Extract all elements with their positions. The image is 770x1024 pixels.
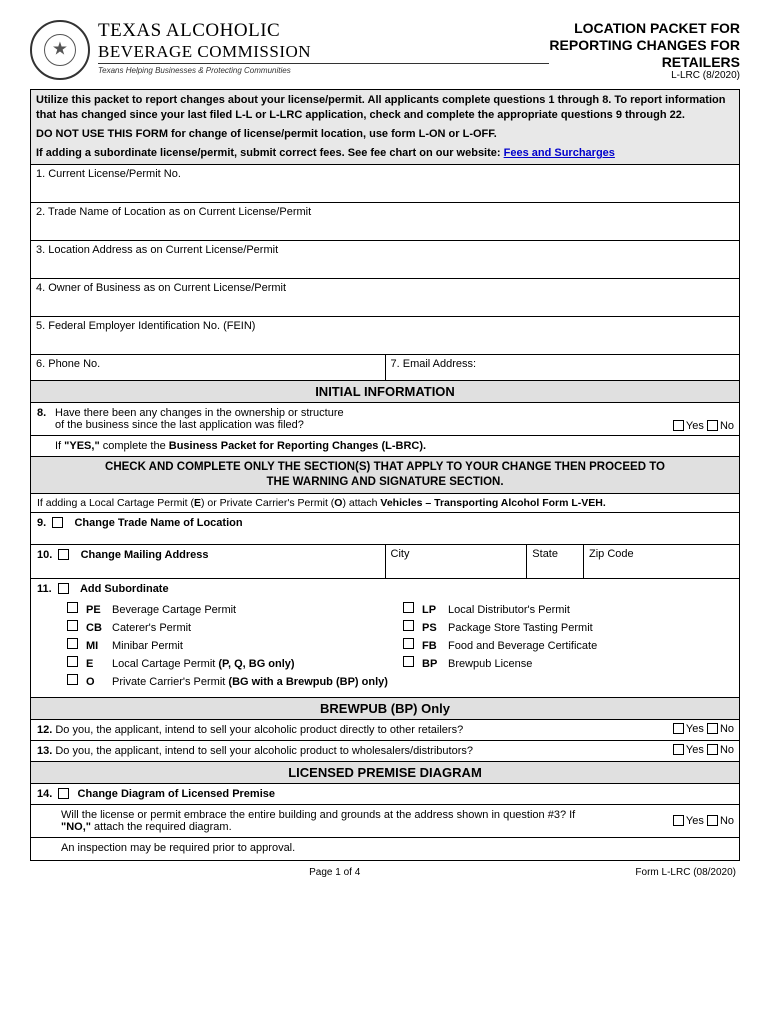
org-tagline: Texans Helping Businesses & Protecting C… xyxy=(98,63,549,75)
instr-p3: If adding a subordinate license/permit, … xyxy=(36,146,734,161)
footer-form-code: Form L-LRC (08/2020) xyxy=(635,867,736,878)
subord-right-col: LPLocal Distributor's Permit PSPackage S… xyxy=(403,599,727,689)
q14-head: 14. Change Diagram of Licensed Premise xyxy=(31,783,740,804)
instructions-cell: Utilize this packet to report changes ab… xyxy=(31,90,740,164)
form-title-block: LOCATION PACKET FOR REPORTING CHANGES FO… xyxy=(549,20,740,81)
org-block: TEXAS ALCOHOLIC BEVERAGE COMMISSION Texa… xyxy=(98,20,549,75)
veh-note: If adding a Local Cartage Permit (E) or … xyxy=(31,493,740,512)
q10-label: Change Mailing Address xyxy=(81,549,209,561)
sub-mi-checkbox[interactable] xyxy=(67,638,78,649)
q14-yn: Yes No xyxy=(584,804,740,837)
q13-cell: 13. Do you, the applicant, intend to sel… xyxy=(31,740,584,761)
section-initial: INITIAL INFORMATION xyxy=(31,380,740,402)
q13-yes-checkbox[interactable] xyxy=(673,744,684,755)
q8-ifyes: If "YES," complete the Business Packet f… xyxy=(31,435,740,456)
q9-row: 9. Change Trade Name of Location xyxy=(31,512,740,544)
q10-city[interactable]: City xyxy=(385,544,527,578)
sub-bp-checkbox[interactable] xyxy=(403,656,414,667)
q12-yn: Yes No xyxy=(584,719,740,740)
q6-field[interactable]: 6. Phone No. xyxy=(31,354,386,380)
form-title-2: REPORTING CHANGES FOR xyxy=(549,37,740,54)
q9-num: 9. xyxy=(37,517,46,529)
yes-label: Yes xyxy=(686,420,704,432)
form-title-1: LOCATION PACKET FOR xyxy=(549,20,740,37)
q11-num: 11. xyxy=(37,583,52,595)
q8-no-checkbox[interactable] xyxy=(707,420,718,431)
q9-label: Change Trade Name of Location xyxy=(74,517,242,529)
q14-sub1: Will the license or permit embrace the e… xyxy=(31,804,584,837)
q14-label: Change Diagram of Licensed Premise xyxy=(78,788,275,800)
q13-num: 13. xyxy=(37,745,52,757)
q12-text: Do you, the applicant, intend to sell yo… xyxy=(55,724,463,736)
q10-checkbox[interactable] xyxy=(58,549,69,560)
subordinate-columns: PEBeverage Cartage Permit CBCaterer's Pe… xyxy=(37,595,733,693)
q8-cell: 8. Have there been any changes in the ow… xyxy=(31,402,584,435)
sub-ps-checkbox[interactable] xyxy=(403,620,414,631)
instr-p1: Utilize this packet to report changes ab… xyxy=(36,93,734,123)
sub-lp-checkbox[interactable] xyxy=(403,602,414,613)
q5-field[interactable]: 5. Federal Employer Identification No. (… xyxy=(31,316,740,354)
page-header: TEXAS ALCOHOLIC BEVERAGE COMMISSION Texa… xyxy=(30,20,740,81)
q1-field[interactable]: 1. Current License/Permit No. xyxy=(31,164,740,202)
form-code: L-LRC (8/2020) xyxy=(549,70,740,81)
tabc-seal-icon xyxy=(30,20,90,80)
q14-checkbox[interactable] xyxy=(58,788,69,799)
sub-o-checkbox[interactable] xyxy=(67,674,78,685)
q4-field[interactable]: 4. Owner of Business as on Current Licen… xyxy=(31,278,740,316)
q10-zip[interactable]: Zip Code xyxy=(584,544,740,578)
q12-num: 12. xyxy=(37,724,52,736)
q14-num: 14. xyxy=(37,788,52,800)
q10-main[interactable]: 10. Change Mailing Address xyxy=(31,544,386,578)
fees-link[interactable]: Fees and Surcharges xyxy=(504,147,615,159)
org-name-line1: TEXAS ALCOHOLIC xyxy=(98,20,549,42)
section-premise: LICENSED PREMISE DIAGRAM xyxy=(31,761,740,783)
q14-yes-checkbox[interactable] xyxy=(673,815,684,826)
q11-cell: 11. Add Subordinate PEBeverage Cartage P… xyxy=(31,578,740,697)
q13-no-checkbox[interactable] xyxy=(707,744,718,755)
q13-text: Do you, the applicant, intend to sell yo… xyxy=(55,745,473,757)
q9-checkbox[interactable] xyxy=(52,517,63,528)
q2-field[interactable]: 2. Trade Name of Location as on Current … xyxy=(31,202,740,240)
org-name-line2: BEVERAGE COMMISSION xyxy=(98,42,549,62)
form-title-3: RETAILERS xyxy=(549,54,740,71)
sub-pe-checkbox[interactable] xyxy=(67,602,78,613)
q3-field[interactable]: 3. Location Address as on Current Licens… xyxy=(31,240,740,278)
q12-yes-checkbox[interactable] xyxy=(673,723,684,734)
subord-left-col: PEBeverage Cartage Permit CBCaterer's Pe… xyxy=(67,599,391,689)
form-table: Utilize this packet to report changes ab… xyxy=(30,89,740,860)
instr-p2: DO NOT USE THIS FORM for change of licen… xyxy=(36,127,734,142)
q14-sub2: An inspection may be required prior to a… xyxy=(31,837,740,860)
sub-cb-checkbox[interactable] xyxy=(67,620,78,631)
section-brewpub: BREWPUB (BP) Only xyxy=(31,697,740,719)
q11-checkbox[interactable] xyxy=(58,583,69,594)
q8-yes-checkbox[interactable] xyxy=(673,420,684,431)
q7-field[interactable]: 7. Email Address: xyxy=(385,354,740,380)
q8-line2: of the business since the last applicati… xyxy=(55,419,304,431)
no-label: No xyxy=(720,420,734,432)
q12-cell: 12. Do you, the applicant, intend to sel… xyxy=(31,719,584,740)
instr-p3-pre: If adding a subordinate license/permit, … xyxy=(36,147,504,159)
q10-num: 10. xyxy=(37,549,52,561)
q8-line1: Have there been any changes in the owner… xyxy=(55,407,344,419)
q10-state[interactable]: State xyxy=(527,544,584,578)
q8-yn: Yes No xyxy=(584,402,740,435)
q11-label: Add Subordinate xyxy=(80,583,169,595)
q8-num: 8. xyxy=(37,407,55,431)
sub-fb-checkbox[interactable] xyxy=(403,638,414,649)
page-footer: Page 1 of 4 Form L-LRC (08/2020) xyxy=(30,861,740,878)
check-complete-head: CHECK AND COMPLETE ONLY THE SECTION(S) T… xyxy=(31,456,740,493)
sub-e-checkbox[interactable] xyxy=(67,656,78,667)
q12-no-checkbox[interactable] xyxy=(707,723,718,734)
page-number: Page 1 of 4 xyxy=(309,867,360,878)
q14-no-checkbox[interactable] xyxy=(707,815,718,826)
q13-yn: Yes No xyxy=(584,740,740,761)
